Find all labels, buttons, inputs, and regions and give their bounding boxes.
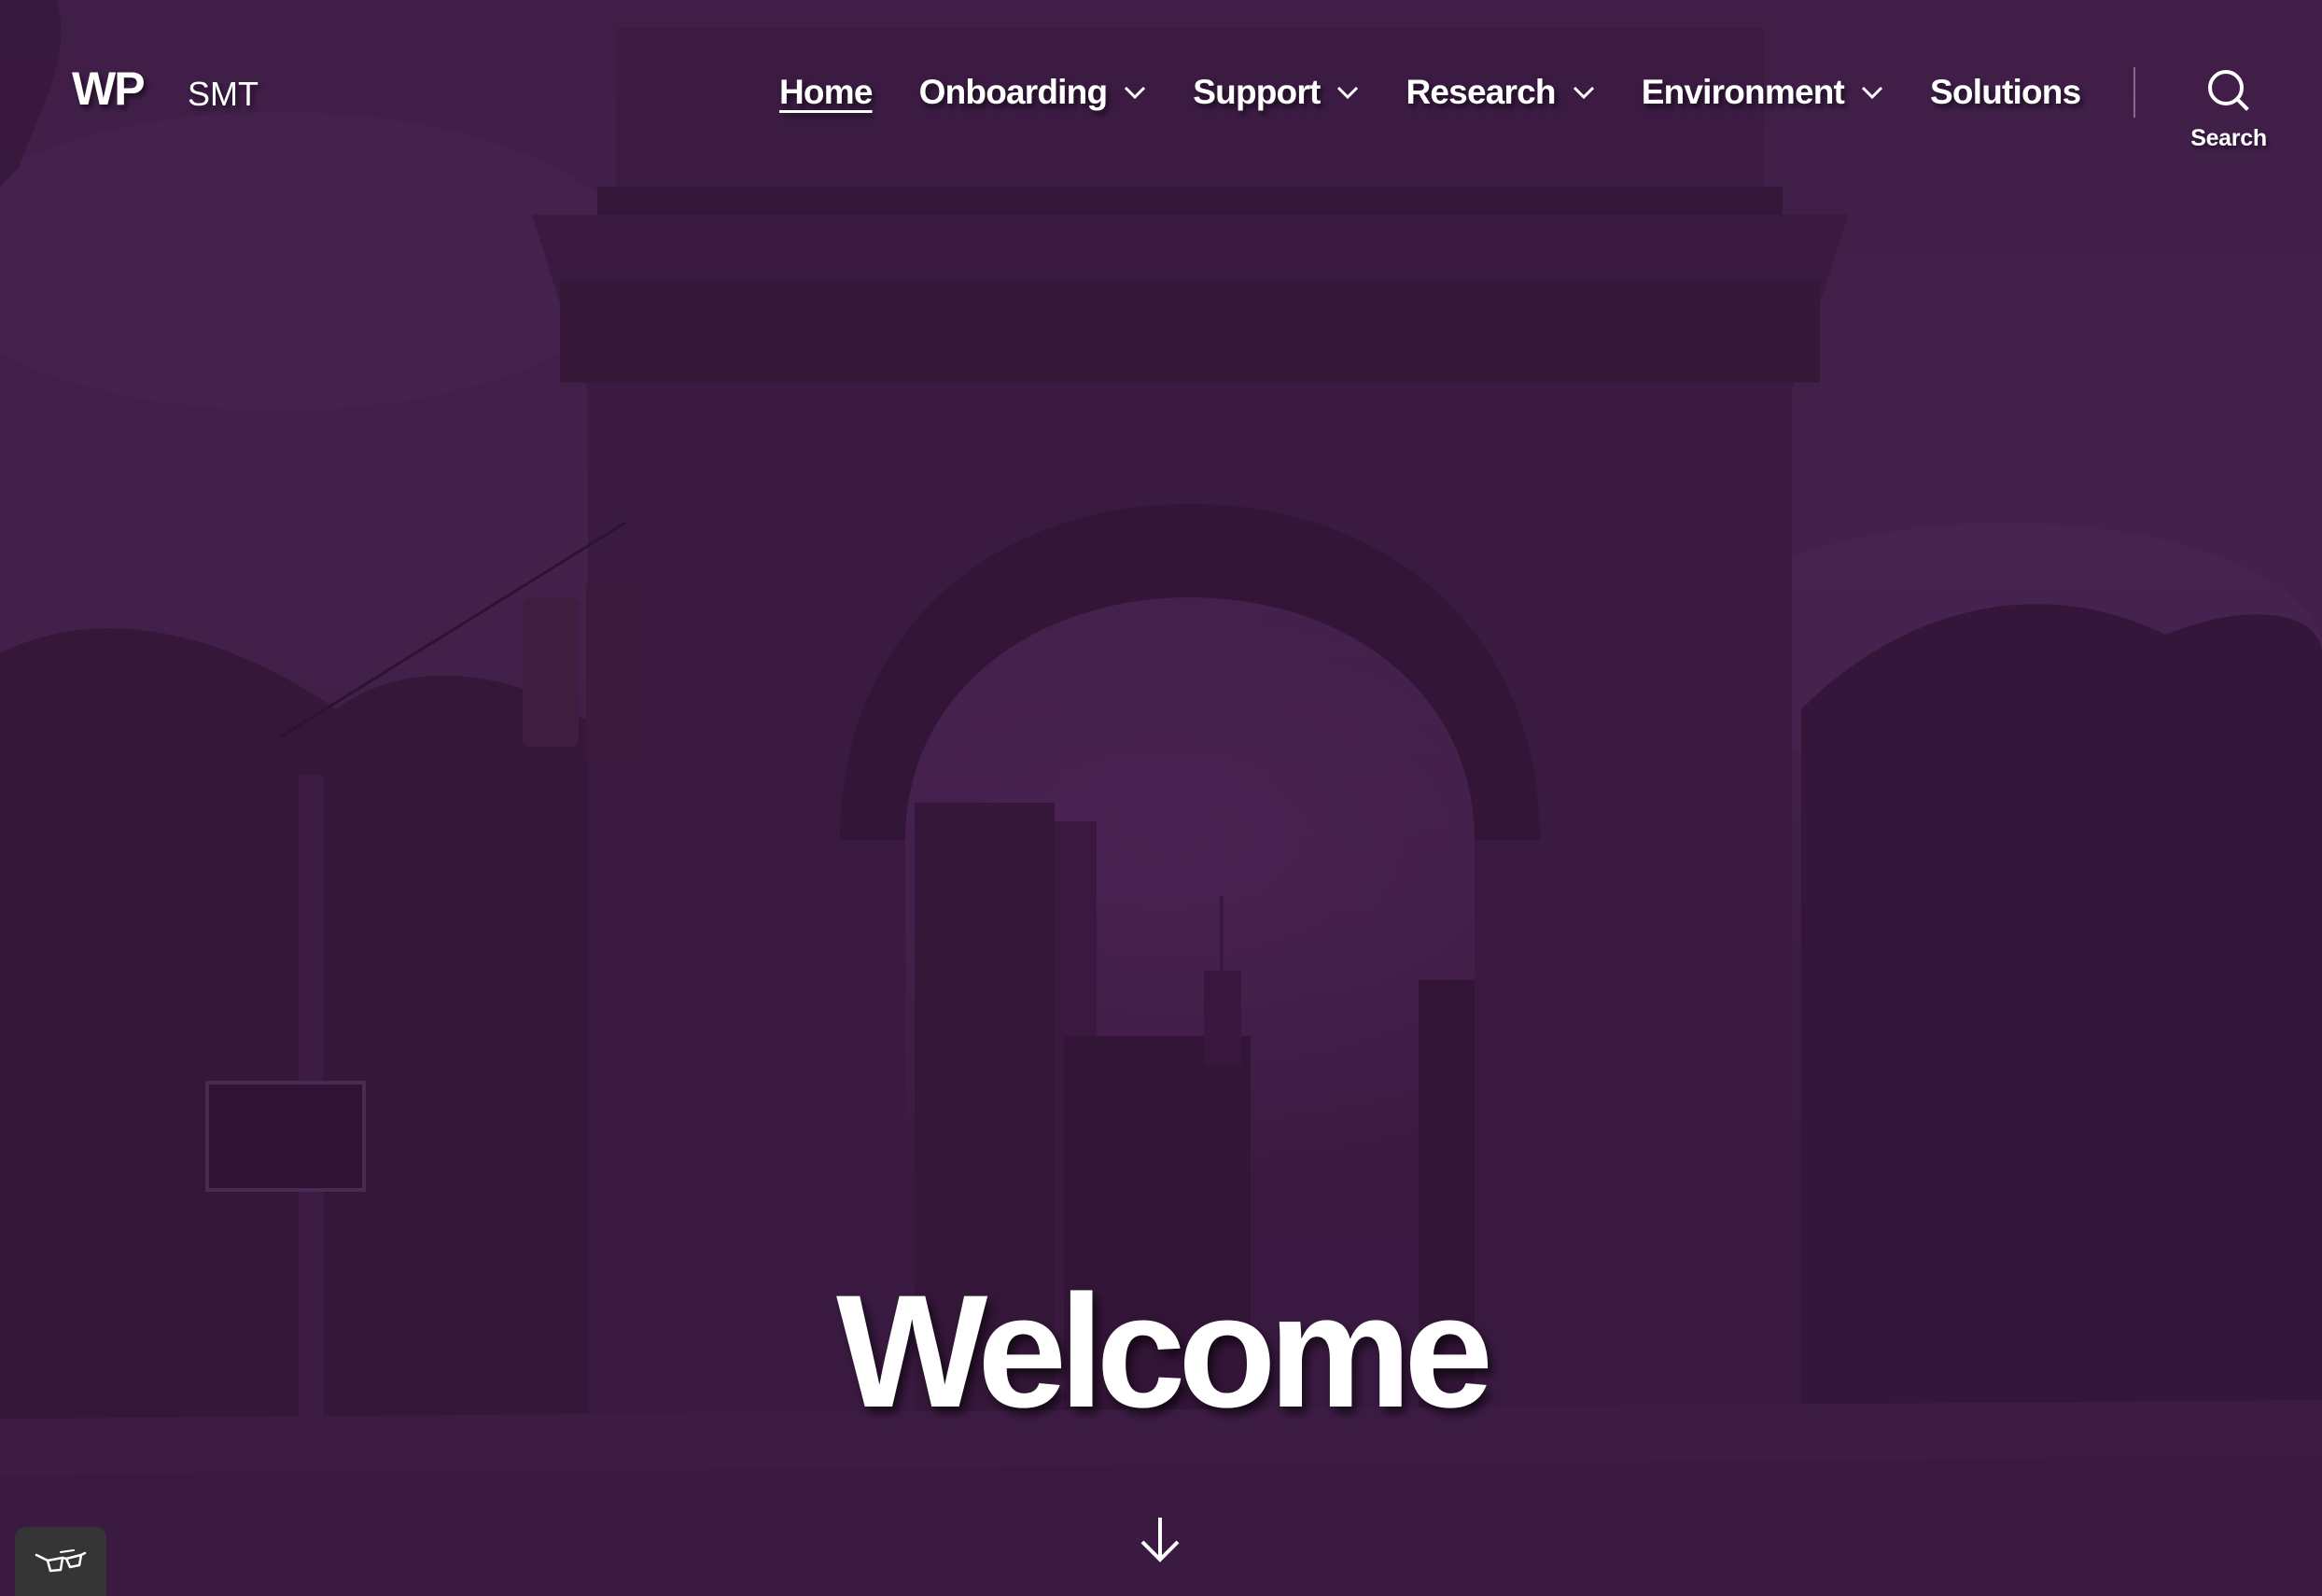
- glasses-icon: [35, 1549, 87, 1573]
- nav-item-solutions[interactable]: Solutions: [1930, 69, 2081, 116]
- nav-item-onboarding[interactable]: Onboarding: [919, 69, 1147, 116]
- search-toggle-button[interactable]: Search: [2175, 67, 2283, 161]
- arrow-down-icon: [1140, 1518, 1180, 1562]
- nav-item-support[interactable]: Support: [1193, 69, 1359, 116]
- accessibility-toolbar-button[interactable]: [15, 1527, 106, 1596]
- nav-item-research[interactable]: Research: [1406, 69, 1594, 116]
- chevron-down-icon[interactable]: [1861, 86, 1883, 99]
- nav-item-label: Support: [1193, 73, 1321, 111]
- chevron-down-icon[interactable]: [1124, 86, 1146, 99]
- chevron-down-icon[interactable]: [1573, 86, 1595, 99]
- nav-item-home[interactable]: Home: [779, 69, 873, 116]
- search-icon: [2205, 67, 2252, 114]
- primary-nav: Home Onboarding Support Research Environ…: [779, 69, 2081, 116]
- scroll-down-button[interactable]: [1139, 1516, 1182, 1564]
- hero-cover: WP SMT Home Onboarding Support Research: [0, 0, 2322, 1596]
- search-label: Search: [2190, 125, 2267, 151]
- site-description: SMT: [188, 75, 259, 113]
- nav-divider: [2133, 67, 2135, 118]
- nav-item-label: Research: [1406, 73, 1556, 111]
- nav-item-label: Solutions: [1930, 73, 2081, 111]
- nav-item-environment[interactable]: Environment: [1642, 69, 1883, 116]
- nav-item-label: Environment: [1641, 73, 1845, 111]
- nav-item-label: Home: [779, 73, 873, 111]
- chevron-down-icon[interactable]: [1336, 86, 1359, 99]
- nav-item-label: Onboarding: [918, 73, 1108, 111]
- page-title: Welcome: [836, 1262, 1493, 1441]
- site-title-link[interactable]: WP: [72, 62, 146, 116]
- site-header: WP SMT Home Onboarding Support Research: [0, 0, 2322, 177]
